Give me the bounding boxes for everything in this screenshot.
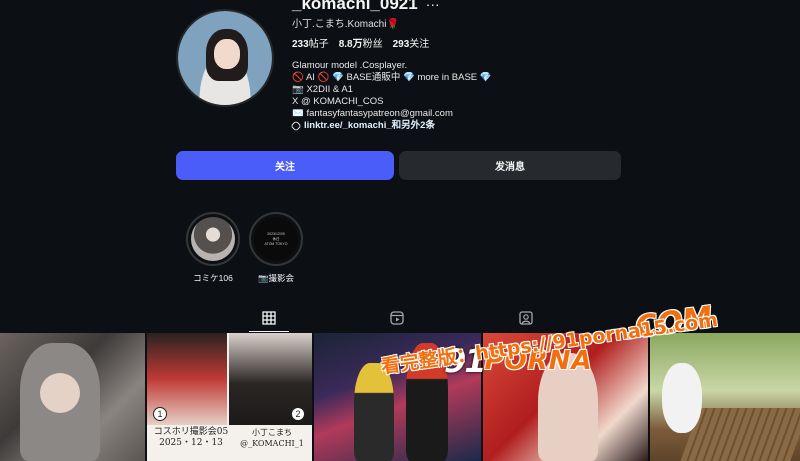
- post-figure: [662, 363, 702, 433]
- message-button[interactable]: 发消息: [399, 151, 621, 180]
- highlight-cover-text: ATOM TOKYO: [264, 241, 288, 246]
- bio-line: 🚫 AI 🚫 💎 BASE通販中 💎 more in BASE 💎: [292, 72, 492, 83]
- caption-right: 小丁こまち @_KOMACHI_1: [233, 427, 311, 449]
- post-number-badge: 2: [291, 407, 305, 421]
- caption-line: 小丁こまち: [252, 428, 292, 437]
- bio-line: 📷 X2DII & A1: [292, 84, 353, 95]
- username: _komachi_0921: [292, 0, 418, 13]
- profile-bio: Glamour model .Cosplayer. 🚫 AI 🚫 💎 BASE通…: [290, 60, 492, 132]
- highlight-cover: 2023/12/09 休日 ATOM TOKYO: [254, 217, 298, 261]
- grid-icon: [262, 310, 276, 325]
- caption-left: コスホリ撮影会05 2025・12・13: [151, 427, 231, 449]
- following-stat[interactable]: 293关注: [393, 35, 430, 50]
- caption-line: コスホリ撮影会05: [153, 427, 229, 437]
- more-options-icon[interactable]: ···: [426, 0, 440, 12]
- highlight-label: 📷撮影会: [257, 273, 295, 283]
- link-icon: [290, 120, 302, 132]
- profile-avatar[interactable]: [176, 9, 274, 107]
- profile-stats: 233帖子 8.8万粉丝 293关注: [292, 35, 429, 50]
- tagged-icon: [519, 311, 533, 325]
- bio-line: ✉️ fantasyfantasypatreon@gmail.com: [292, 108, 453, 119]
- post-figure: [40, 373, 80, 413]
- bio-link-text[interactable]: linktr.ee/_komachi_和另外2条: [304, 120, 435, 132]
- bio-link[interactable]: linktr.ee/_komachi_和另外2条: [290, 120, 492, 132]
- post-thumbnail[interactable]: [0, 333, 145, 461]
- avatar-face: [214, 39, 240, 69]
- posts-stat[interactable]: 233帖子: [292, 35, 329, 50]
- highlight-comiket[interactable]: コミケ106: [186, 212, 240, 284]
- tab-posts[interactable]: [249, 304, 289, 332]
- full-name: 小丁.こまち.Komachi🌹: [292, 19, 399, 30]
- post-thumbnail[interactable]: [650, 333, 800, 461]
- bio-line: X @ KOMACHI_COS: [292, 96, 384, 107]
- highlight-cover: [191, 217, 235, 261]
- caption-line: 2025・12・13: [159, 438, 223, 448]
- post-number-badge: 1: [153, 407, 167, 421]
- follow-button[interactable]: 关注: [176, 151, 394, 180]
- highlight-label: コミケ106: [193, 273, 233, 283]
- reels-icon: [390, 311, 404, 325]
- tab-tagged[interactable]: [506, 304, 546, 332]
- followers-stat[interactable]: 8.8万粉丝: [339, 35, 383, 50]
- post-thumbnail[interactable]: 1 2 コスホリ撮影会05 2025・12・13 小丁こまち @_KOMACHI…: [147, 333, 312, 461]
- highlight-ring: [186, 212, 240, 266]
- bio-line: Glamour model .Cosplayer.: [292, 60, 408, 71]
- highlight-photo-session[interactable]: 2023/12/09 休日 ATOM TOKYO 📷撮影会: [249, 212, 303, 284]
- caption-line: @_KOMACHI_1: [240, 439, 304, 448]
- highlight-ring: 2023/12/09 休日 ATOM TOKYO: [249, 212, 303, 266]
- username-row: _komachi_0921 ···: [292, 0, 440, 14]
- tab-reels[interactable]: [377, 304, 417, 332]
